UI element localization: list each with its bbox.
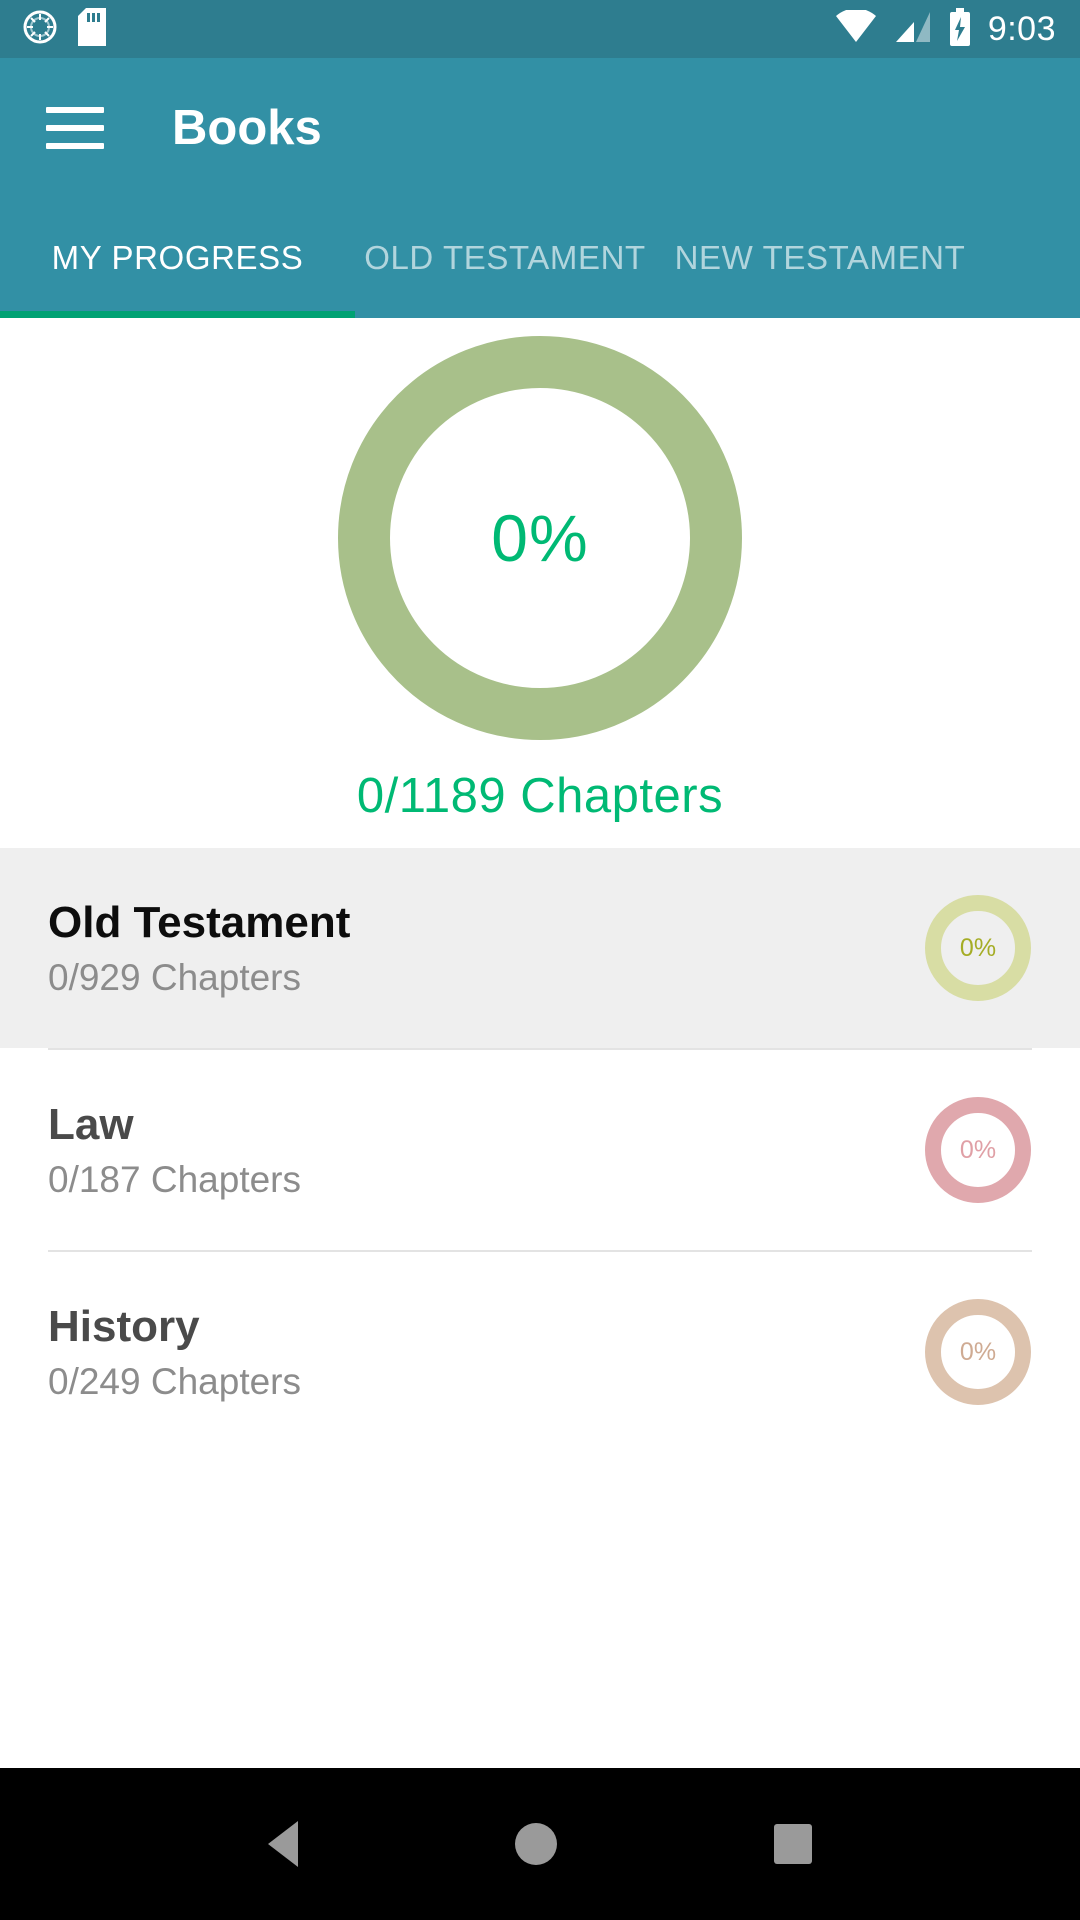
battery-charging-icon xyxy=(948,7,972,51)
status-bar-right-icons: 9:03 xyxy=(834,7,1080,51)
list-item-law[interactable]: Law 0/187 Chapters 0% xyxy=(0,1050,1080,1250)
recents-square-icon[interactable] xyxy=(773,1824,812,1864)
overall-chapters-label: 0/1189 Chapters xyxy=(356,769,724,823)
list-item-text-block: History 0/249 Chapters xyxy=(48,1301,302,1402)
progress-list: Old Testament 0/929 Chapters 0% Law 0/18… xyxy=(0,848,1080,1452)
tab-new-testament[interactable]: NEW TESTAMENT xyxy=(655,239,985,277)
list-item-text-block: Old Testament 0/929 Chapters xyxy=(48,897,351,998)
app-bar: Books MY PROGRESS OLD TESTAMENT NEW TEST… xyxy=(0,58,1080,318)
list-item-subtitle: 0/249 Chapters xyxy=(48,1360,302,1402)
system-navigation-bar xyxy=(0,1768,1080,1920)
list-item-history[interactable]: History 0/249 Chapters 0% xyxy=(0,1252,1080,1452)
list-item-title: Old Testament xyxy=(48,897,351,947)
page-title: Books xyxy=(172,100,322,155)
status-bar-clock: 9:03 xyxy=(987,10,1056,48)
list-item-title: Law xyxy=(48,1099,134,1149)
list-item-subtitle: 0/187 Chapters xyxy=(48,1158,302,1200)
overall-progress-section: 0% 0/1189 Chapters xyxy=(0,318,1080,848)
list-item-percent: 0% xyxy=(959,933,997,962)
wifi-icon xyxy=(834,7,878,49)
cellular-signal-icon xyxy=(894,10,932,49)
list-item-progress-ring: 0% xyxy=(924,1298,1032,1406)
list-item-subtitle: 0/929 Chapters xyxy=(48,956,302,998)
hamburger-menu-icon[interactable] xyxy=(46,107,104,149)
sd-card-icon xyxy=(78,7,106,51)
list-item-progress-ring: 0% xyxy=(924,1096,1032,1204)
home-circle-icon[interactable] xyxy=(514,1823,557,1865)
back-triangle-icon[interactable] xyxy=(268,1821,299,1867)
list-item-title: History xyxy=(48,1301,200,1351)
app-bar-top-row: Books xyxy=(0,58,1080,198)
tab-old-testament[interactable]: OLD TESTAMENT xyxy=(355,239,655,277)
list-item-percent: 0% xyxy=(959,1337,997,1366)
list-item-old-testament[interactable]: Old Testament 0/929 Chapters 0% xyxy=(0,848,1080,1048)
list-item-percent: 0% xyxy=(959,1135,997,1164)
status-bar: 9:03 xyxy=(0,0,1080,58)
tab-bar: MY PROGRESS OLD TESTAMENT NEW TESTAMENT xyxy=(0,198,1080,318)
overall-progress-percent: 0% xyxy=(491,501,589,575)
tab-my-progress[interactable]: MY PROGRESS xyxy=(0,239,355,277)
tab-active-indicator xyxy=(0,311,355,318)
status-bar-left-icons xyxy=(0,7,106,51)
list-item-progress-ring: 0% xyxy=(924,894,1032,1002)
sync-icon xyxy=(22,9,58,50)
overall-progress-ring: 0% xyxy=(338,336,742,740)
list-item-text-block: Law 0/187 Chapters xyxy=(48,1099,302,1200)
